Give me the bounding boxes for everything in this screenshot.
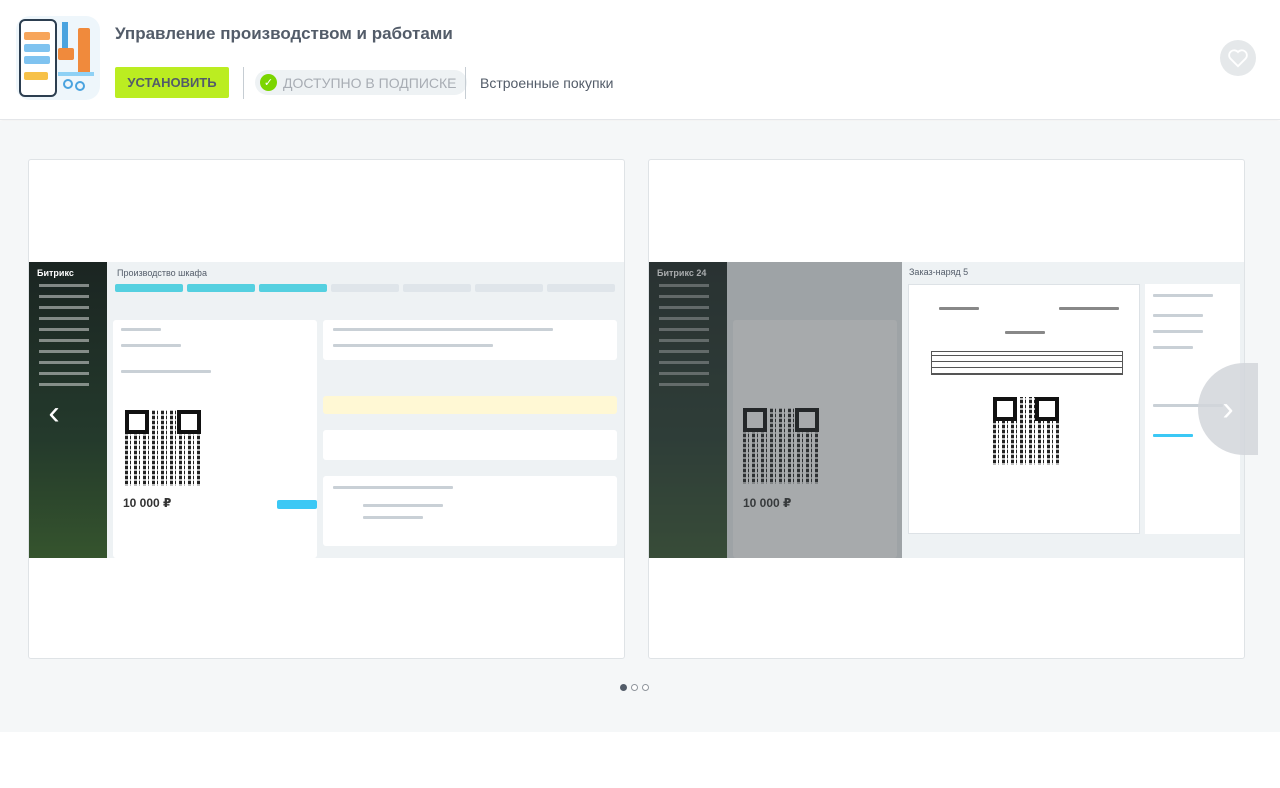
document-panel: Заказ-наряд 5 <box>902 262 1244 558</box>
deal-price: 10 000 ₽ <box>123 496 172 510</box>
favorite-button[interactable] <box>1220 40 1256 76</box>
task-card <box>323 396 617 414</box>
subscription-badge: ✓ ДОСТУПНО В ПОДПИСКЕ <box>255 70 467 95</box>
app-header: Управление производством и работами УСТА… <box>0 0 1280 120</box>
pagination-dot[interactable] <box>620 684 627 691</box>
document-page <box>908 284 1140 534</box>
app-title: Управление производством и работами <box>115 24 453 43</box>
divider <box>243 67 244 99</box>
qr-code <box>125 410 201 486</box>
install-button[interactable]: УСТАНОВИТЬ <box>115 67 229 98</box>
stage-bar <box>115 284 183 292</box>
gallery-slide[interactable]: Битрикс Производство шкафа 10 000 ₽ <box>28 159 625 659</box>
gallery-pagination <box>620 684 649 691</box>
document-table <box>931 351 1123 375</box>
gallery-prev-button[interactable]: ‹ <box>30 368 78 458</box>
subscription-label: ДОСТУПНО В ПОДПИСКЕ <box>283 74 457 91</box>
heart-icon <box>1228 49 1248 68</box>
screenshot-gallery: Битрикс Производство шкафа 10 000 ₽ Битр… <box>0 121 1280 732</box>
timeline-card <box>323 320 617 360</box>
stage-bar <box>259 284 327 292</box>
check-icon: ✓ <box>260 74 277 91</box>
stage-bar <box>475 284 543 292</box>
stage-bar <box>547 284 615 292</box>
screenshot-image: Битрикс Производство шкафа 10 000 ₽ <box>29 262 624 558</box>
stage-bar <box>331 284 399 292</box>
stage-bar <box>403 284 471 292</box>
sidebar-logo: Битрикс <box>37 268 74 278</box>
bitrix-main: Производство шкафа 10 000 ₽ <box>107 262 624 558</box>
gallery-slide[interactable]: Битрикс 24 10 000 ₽ Заказ-наряд 5 <box>648 159 1245 659</box>
screenshot-image: Битрикс 24 10 000 ₽ Заказ-наряд 5 <box>649 262 1244 558</box>
pagination-dot[interactable] <box>642 684 649 691</box>
qr-code <box>993 397 1059 465</box>
document-title: Заказ-наряд 5 <box>909 267 969 277</box>
divider <box>465 67 466 99</box>
pagination-dot[interactable] <box>631 684 638 691</box>
stage-bar <box>187 284 255 292</box>
app-icon <box>16 16 100 100</box>
in-app-purchases-label: Встроенные покупки <box>480 75 614 91</box>
deal-title: Производство шкафа <box>117 268 207 278</box>
chevron-left-icon: ‹ <box>48 393 60 432</box>
chevron-right-icon: › <box>1222 389 1234 428</box>
deal-card: 10 000 ₽ <box>113 320 317 558</box>
app-illustration-icon <box>19 19 94 97</box>
